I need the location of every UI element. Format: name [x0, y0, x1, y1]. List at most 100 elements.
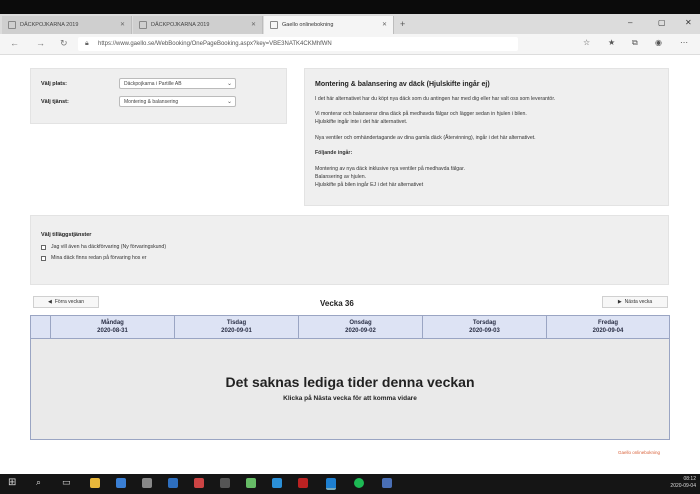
tab-strip: DÄCKPOJKARNA 2019 ✕ DÄCKPOJKARNA 2019 ✕ … [0, 14, 700, 34]
day-date: 2020-09-04 [592, 328, 624, 334]
footer-link[interactable]: Gaello onlinebokning [618, 450, 660, 455]
addon-services-panel: Välj tilläggstjänster Jag vill även ha d… [30, 215, 669, 285]
previous-week-button[interactable]: ◀ Förra veckan [33, 296, 99, 308]
more-icon[interactable]: ⋯ [680, 38, 688, 47]
day-name: Onsdag [349, 320, 372, 326]
day-header-wednesday: Onsdag 2020-09-02 [299, 316, 423, 338]
included-item: Hjulskifte på bilen ingår EJ i det här a… [315, 182, 424, 188]
minimize-icon[interactable]: – [628, 18, 632, 27]
maximize-icon[interactable]: ▢ [658, 18, 666, 27]
app-icon[interactable] [382, 478, 392, 488]
previous-week-label: Förra veckan [54, 299, 85, 305]
booking-selection-panel: Välj plats: Däckpojkarna i Partille AB ⌄… [30, 68, 287, 124]
close-window-icon[interactable]: ✕ [685, 18, 692, 27]
location-label: Välj plats: [41, 81, 67, 87]
tab-label: DÄCKPOJKARNA 2019 [151, 22, 210, 28]
star-icon[interactable]: ☆ [583, 38, 590, 47]
windows-start-icon[interactable]: ⊞ [8, 477, 16, 488]
chevron-down-icon: ⌄ [226, 99, 232, 105]
day-date: 2020-08-31 [97, 328, 128, 334]
included-item: Montering av nya däck inklusive nya vent… [315, 166, 465, 172]
day-name: Torsdag [472, 320, 497, 326]
taskbar: ⊞ ⌕ ▭ 08:12 2020-09-04 [0, 474, 700, 494]
app-icon[interactable] [220, 478, 230, 488]
top-black-band [0, 0, 700, 14]
info-paragraph: Nya ventiler och omhändertagande av dina… [315, 135, 536, 141]
no-times-message: Det saknas lediga tider denna veckan [225, 374, 475, 390]
app-icon[interactable] [246, 478, 256, 488]
taskbar-clock[interactable]: 08:12 2020-09-04 [668, 476, 696, 490]
day-date: 2020-09-01 [221, 328, 252, 334]
new-tab-icon[interactable]: + [400, 19, 405, 29]
tab-label: Gaello onlinebokning [282, 22, 334, 28]
service-info-panel: Montering & balansering av däck (Hjulski… [304, 68, 669, 206]
browser-tab-1[interactable]: DÄCKPOJKARNA 2019 ✕ [2, 16, 132, 34]
forward-icon[interactable]: → [36, 38, 45, 48]
included-item: Balansering av hjulen. [315, 174, 367, 180]
spotify-icon[interactable] [354, 478, 364, 488]
included-title: Följande ingår: [315, 150, 353, 156]
day-header-monday: Måndag 2020-08-31 [51, 316, 175, 338]
app-icon[interactable] [298, 478, 308, 488]
storage-new-label[interactable]: Jag vill även ha däckförvaring (Ny förva… [51, 244, 166, 251]
app-icon[interactable] [194, 478, 204, 488]
info-paragraph: Vi monterar och balanserar dina däck på … [315, 111, 527, 117]
browser-tab-2[interactable]: DÄCKPOJKARNA 2019 ✕ [133, 16, 263, 34]
service-select[interactable]: Montering & balansering ⌄ [119, 96, 236, 107]
next-week-button[interactable]: ▶ Nästa vecka [602, 296, 668, 308]
edge-browser-icon[interactable] [326, 478, 336, 490]
favorites-icon[interactable]: ★ [608, 38, 615, 47]
location-select[interactable]: Däckpojkarna i Partille AB ⌄ [119, 78, 236, 89]
search-icon[interactable]: ⌕ [36, 477, 41, 488]
service-info-title: Montering & balansering av däck (Hjulski… [315, 81, 490, 88]
close-tab-icon[interactable]: ✕ [120, 21, 125, 28]
tab-label: DÄCKPOJKARNA 2019 [20, 22, 79, 28]
location-value: Däckpojkarna i Partille AB [124, 80, 182, 87]
app-icon[interactable] [168, 478, 178, 488]
info-paragraph: Hjulskifte ingår inte i det här alternat… [315, 119, 408, 125]
collections-icon[interactable]: ⧉ [632, 38, 638, 48]
arrow-left-icon: ◀ [47, 299, 52, 305]
browser-tab-3[interactable]: Gaello onlinebokning ✕ [264, 16, 394, 34]
week-title: Vecka 36 [320, 299, 354, 308]
refresh-icon[interactable]: ↻ [60, 38, 68, 49]
next-week-label: Nästa vecka [624, 299, 653, 305]
service-value: Montering & balansering [124, 98, 179, 105]
storage-existing-checkbox[interactable] [41, 256, 46, 261]
url-bar[interactable]: 🔒︎ https://www.gaello.se/WebBooking/OneP… [78, 37, 518, 51]
app-icon[interactable] [272, 478, 282, 488]
app-icon[interactable] [116, 478, 126, 488]
service-label: Välj tjänst: [41, 99, 69, 105]
no-times-hint: Klicka på Nästa vecka för att komma vida… [283, 395, 417, 402]
day-date: 2020-09-02 [345, 328, 376, 334]
tab-favicon-icon [139, 21, 147, 29]
app-icon[interactable] [142, 478, 152, 488]
close-tab-icon[interactable]: ✕ [251, 21, 256, 28]
day-name: Måndag [101, 320, 124, 326]
profile-icon[interactable]: ◉ [655, 38, 662, 47]
day-header-friday: Fredag 2020-09-04 [547, 316, 669, 338]
url-text: https://www.gaello.se/WebBooking/OnePage… [98, 41, 332, 47]
lock-icon: 🔒︎ [85, 40, 89, 47]
tab-favicon-icon [270, 21, 278, 29]
task-view-icon[interactable]: ▭ [62, 477, 71, 488]
addon-title: Välj tilläggstjänster [41, 232, 92, 238]
close-tab-icon[interactable]: ✕ [382, 21, 387, 28]
day-header-tuesday: Tisdag 2020-09-01 [175, 316, 299, 338]
back-icon[interactable]: ← [10, 38, 19, 48]
clock-date: 2020-09-04 [670, 483, 696, 489]
chevron-down-icon: ⌄ [226, 81, 232, 87]
storage-new-checkbox[interactable] [41, 245, 46, 250]
storage-existing-label[interactable]: Mina däck finns redan på förvaring hos e… [51, 255, 146, 262]
day-header-thursday: Torsdag 2020-09-03 [423, 316, 547, 338]
day-name: Fredag [597, 320, 618, 326]
clock-time: 08:12 [683, 476, 696, 482]
week-calendar: Måndag 2020-08-31 Tisdag 2020-09-01 Onsd… [30, 315, 670, 440]
file-explorer-icon[interactable] [90, 478, 100, 488]
arrow-right-icon: ▶ [617, 299, 622, 305]
day-date: 2020-09-03 [469, 328, 500, 334]
tab-favicon-icon [8, 21, 16, 29]
calendar-corner-cell [31, 316, 51, 338]
day-name: Tisdag [226, 320, 247, 326]
info-paragraph: I det här alternativet har du köpt nya d… [315, 96, 556, 102]
